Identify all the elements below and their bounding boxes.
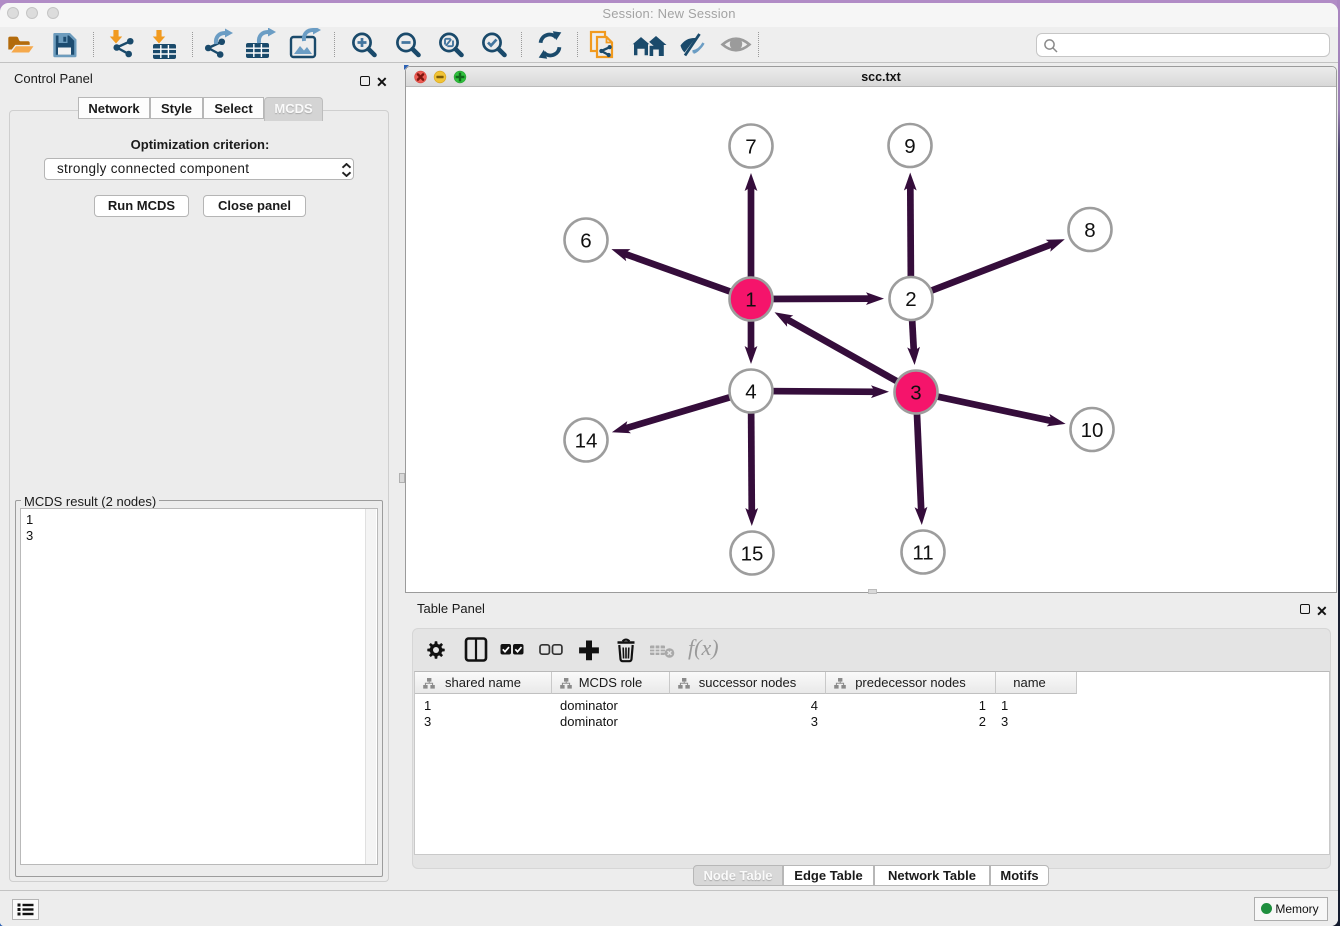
- svg-text:14: 14: [575, 429, 598, 452]
- svg-text:1: 1: [745, 288, 756, 311]
- svg-text:6: 6: [580, 229, 591, 252]
- svg-text:10: 10: [1081, 419, 1104, 442]
- svg-text:8: 8: [1084, 219, 1095, 242]
- svg-text:7: 7: [745, 135, 756, 158]
- svg-text:3: 3: [910, 381, 921, 404]
- svg-text:11: 11: [912, 541, 933, 564]
- svg-text:2: 2: [905, 288, 916, 311]
- svg-text:9: 9: [904, 135, 915, 158]
- svg-text:15: 15: [741, 542, 764, 565]
- svg-text:4: 4: [745, 380, 756, 403]
